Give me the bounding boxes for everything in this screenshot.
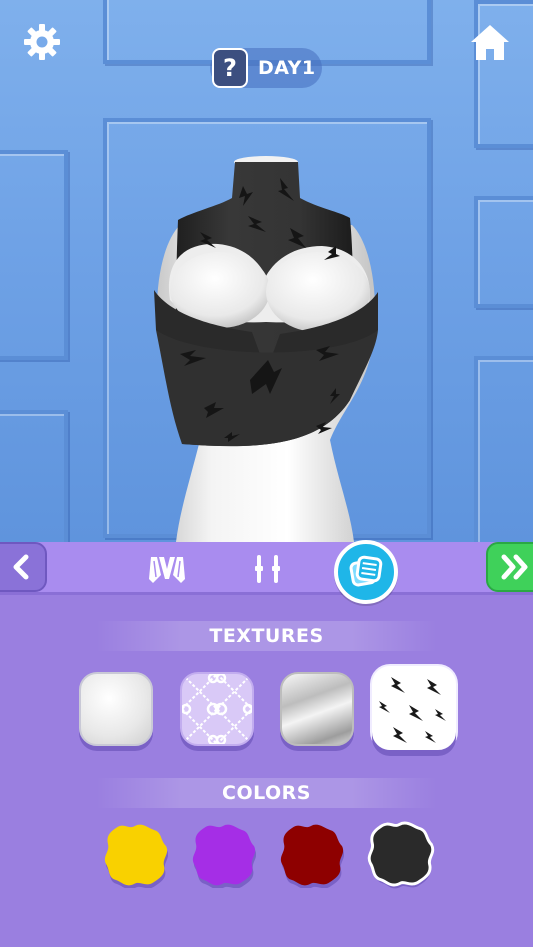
texture-lightning-print[interactable] (372, 666, 456, 750)
color-swatch-dark-red[interactable] (278, 822, 344, 888)
day-indicator: ? DAY1 (210, 48, 322, 88)
texture-metallic[interactable] (280, 672, 354, 746)
tab-neckline-cut[interactable] (144, 546, 190, 592)
color-swatch-yellow[interactable] (102, 822, 168, 888)
help-button[interactable]: ? (212, 48, 248, 88)
colors-title: COLORS (96, 778, 437, 808)
settings-button[interactable] (20, 20, 64, 64)
lightning-preview (379, 677, 446, 743)
straps-icon (255, 555, 280, 583)
day-label: DAY1 (258, 57, 316, 79)
home-button[interactable] (468, 20, 512, 64)
color-swatch-black[interactable] (364, 818, 436, 890)
texture-matte-white[interactable] (79, 672, 153, 746)
home-icon (471, 25, 509, 60)
chevron-left-icon (13, 554, 28, 580)
texture-interlocking-pattern[interactable] (180, 672, 254, 746)
gear-icon (24, 24, 60, 60)
previous-button[interactable] (0, 542, 47, 592)
tool-bar (0, 540, 533, 604)
wall-panel (474, 196, 533, 308)
tab-straps[interactable] (244, 546, 290, 592)
double-chevron-right-icon (501, 554, 528, 580)
tab-texture[interactable] (334, 540, 398, 604)
wall-panel (474, 356, 533, 542)
neckline-cut-icon (149, 557, 185, 583)
pattern-preview (182, 674, 252, 744)
wall-panel (0, 150, 68, 360)
next-button[interactable] (486, 542, 533, 592)
color-swatch-purple[interactable] (190, 822, 256, 888)
wall-panel (0, 410, 68, 542)
mannequin[interactable] (140, 150, 390, 542)
texture-icon (349, 555, 383, 587)
textures-title: TEXTURES (96, 621, 437, 651)
